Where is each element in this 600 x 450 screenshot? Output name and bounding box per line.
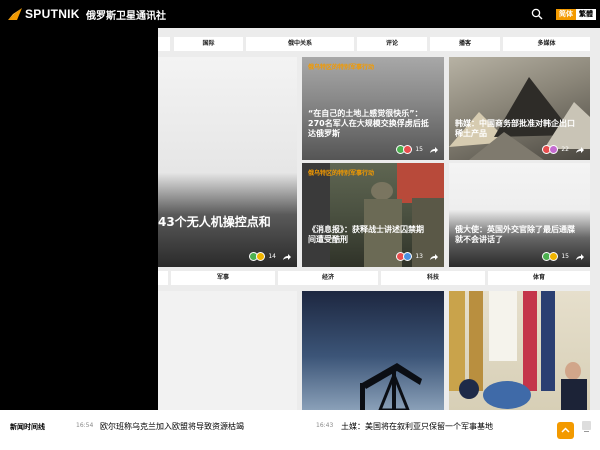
reaction-count: 13: [415, 253, 423, 260]
reaction-count: 15: [415, 146, 423, 153]
site-header: SPUTNIK 俄罗斯卫星通讯社 简体 繁體: [0, 0, 600, 28]
nav-item-tech[interactable]: 科技: [381, 271, 485, 285]
card-title[interactable]: 韩媒：中国商务部批准对韩企出口稀土产品: [455, 119, 580, 139]
card-title[interactable]: 俄大使：英国外交官除了最后通牒就不会讲话了: [455, 225, 580, 245]
news-card-oil-pump[interactable]: [302, 291, 444, 410]
site-name[interactable]: 俄罗斯卫星通讯社: [86, 7, 166, 22]
news-card-prisoner-exchange[interactable]: 俄乌特区的特别军事行动 “在自己的土地上感觉很快乐”：270名军人在大规模交换俘…: [302, 57, 444, 160]
close-timeline-button[interactable]: [582, 421, 591, 432]
share-icon[interactable]: [429, 146, 438, 154]
card-title[interactable]: 43个无人机操控点和: [158, 215, 271, 229]
news-card-bottom-1[interactable]: [158, 291, 297, 410]
oil-pump-image: [360, 363, 422, 410]
news-card-main[interactable]: 43个无人机操控点和 14: [158, 57, 297, 267]
share-icon[interactable]: [575, 146, 584, 154]
category-nav-top: 国际 俄中关系 评论 播客 多媒体: [158, 37, 600, 51]
news-time: 16:43: [316, 422, 334, 429]
nav-item-sports[interactable]: 体育: [488, 271, 590, 285]
white-house-image: [449, 291, 587, 410]
reaction-sad-icon: [403, 252, 413, 261]
sputnik-logo[interactable]: SPUTNIK: [8, 7, 80, 21]
nav-item-international[interactable]: 国际: [174, 37, 243, 51]
logo-text: SPUTNIK: [25, 7, 80, 21]
nav-item-opinion[interactable]: 评论: [357, 37, 427, 51]
share-icon[interactable]: [429, 253, 438, 261]
nav-item-podcast[interactable]: 播客: [430, 37, 500, 51]
scroll-up-button[interactable]: [557, 422, 574, 439]
category-nav-bottom: 军事 经济 科技 体育: [158, 271, 600, 285]
card-meta: 14: [249, 252, 291, 261]
chevron-up-icon: [561, 427, 570, 433]
card-meta: 15: [542, 252, 584, 261]
news-time: 16:54: [76, 422, 94, 429]
lang-simplified-button[interactable]: 简体: [556, 9, 576, 20]
news-headline-link[interactable]: 土媒：美国将在叙利亚只保留一个军事基地: [341, 421, 493, 432]
share-icon[interactable]: [575, 253, 584, 261]
minimize-icon: [584, 431, 589, 432]
card-title[interactable]: 《消息报》：获释战士讲述囚禁期间遭受酷刑: [308, 225, 428, 245]
reaction-wow-icon: [549, 145, 559, 154]
lang-traditional-button[interactable]: 繁體: [576, 9, 596, 20]
card-meta: 13: [396, 252, 438, 261]
nav-item-russia-china[interactable]: 俄中关系: [246, 37, 354, 51]
language-switch: 简体 繁體: [556, 9, 596, 20]
news-headline-link[interactable]: 欧尔班称乌克兰加入欧盟将导致资源枯竭: [100, 421, 244, 432]
nav-item-partial[interactable]: [158, 37, 170, 51]
news-card-torture[interactable]: 俄乌特区的特别军事行动 《消息报》：获释战士讲述囚禁期间遭受酷刑 13: [302, 163, 444, 267]
nav-item-multimedia[interactable]: 多媒体: [503, 37, 590, 51]
nav-item-military[interactable]: 军事: [171, 271, 275, 285]
reaction-count: 14: [268, 253, 276, 260]
reaction-dislike-icon: [403, 145, 413, 154]
news-card-white-house[interactable]: [449, 291, 590, 410]
news-timeline-title[interactable]: 新闻时间线: [10, 422, 45, 432]
card-title[interactable]: “在自己的土地上感觉很快乐”：270名军人在大规模交换俘虏后抵达俄罗斯: [308, 109, 433, 139]
search-icon[interactable]: [531, 8, 543, 20]
reaction-count: 22: [561, 146, 569, 153]
news-card-uk-diplomat[interactable]: 俄大使：英国外交官除了最后通牒就不会讲话了 15: [449, 163, 590, 267]
nav-item-partial[interactable]: [158, 271, 168, 285]
card-meta: 22: [542, 145, 584, 154]
share-icon[interactable]: [282, 253, 291, 261]
side-panel: [0, 28, 158, 410]
reaction-laugh-icon: [256, 252, 266, 261]
news-timeline-bar: 新闻时间线 16:54 欧尔班称乌克兰加入欧盟将导致资源枯竭 16:43 土媒：…: [0, 410, 600, 450]
card-tag[interactable]: 俄乌特区的特别军事行动: [308, 62, 374, 71]
nav-item-economy[interactable]: 经济: [278, 271, 378, 285]
reaction-count: 15: [561, 253, 569, 260]
news-card-rare-earth[interactable]: 韩媒：中国商务部批准对韩企出口稀土产品 22: [449, 57, 590, 160]
card-tag[interactable]: 俄乌特区的特别军事行动: [308, 168, 374, 177]
card-meta: 15: [396, 145, 438, 154]
sputnik-logo-icon: [8, 8, 22, 20]
reaction-laugh-icon: [549, 252, 559, 261]
